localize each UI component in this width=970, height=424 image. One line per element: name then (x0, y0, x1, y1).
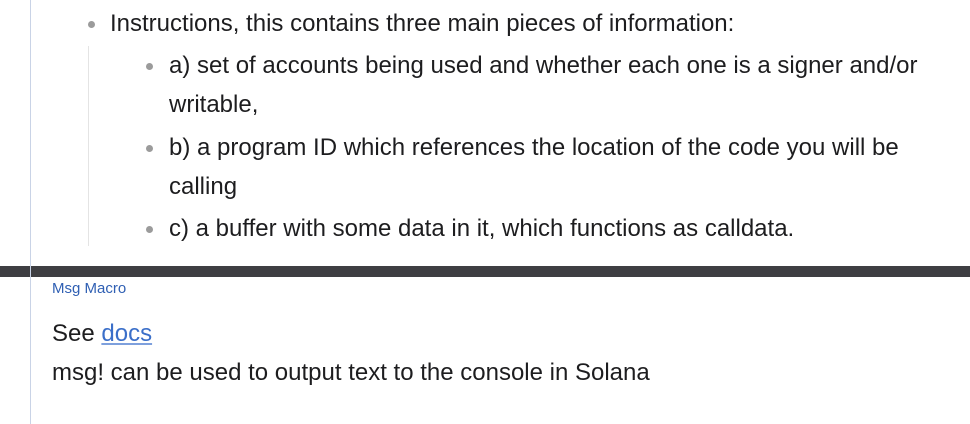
see-prefix: See (52, 320, 95, 347)
instructions-section: Instructions, this contains three main p… (0, 0, 970, 266)
section-divider (0, 266, 970, 277)
list-item-text: b) a program ID which references the loc… (169, 134, 899, 200)
msg-macro-section (0, 277, 970, 424)
document-page: Instructions, this contains three main p… (0, 0, 970, 424)
bullet-dot-icon (146, 226, 153, 233)
instructions-heading: Instructions, this contains three main p… (110, 10, 735, 37)
nested-list-guide (88, 46, 89, 246)
bullet-dot-icon (146, 145, 153, 152)
msg-description: msg! can be used to output text to the c… (52, 359, 650, 386)
left-margin-rule (30, 0, 31, 424)
list-item-text: a) set of accounts being used and whethe… (169, 52, 918, 118)
section-label: Msg Macro (52, 280, 127, 297)
list-item-text: c) a buffer with some data in it, which … (169, 215, 795, 242)
docs-link[interactable]: docs (101, 320, 152, 347)
bullet-dot-icon (88, 21, 95, 28)
bullet-dot-icon (146, 63, 153, 70)
see-docs-line: See docs (52, 318, 152, 350)
